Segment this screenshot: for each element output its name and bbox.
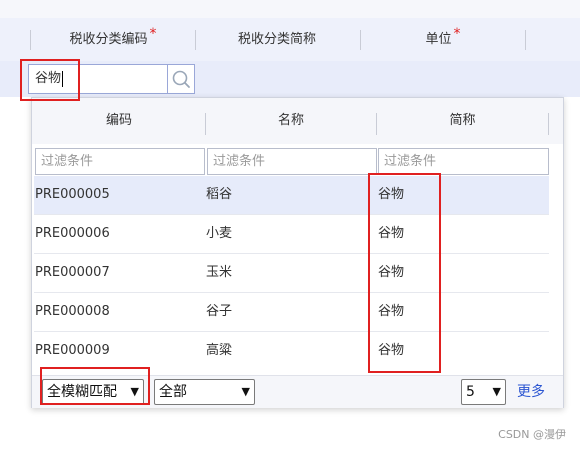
column-header-tax-short-name[interactable]: 税收分类简称 <box>196 18 360 61</box>
lookup-header-short[interactable]: 简称 <box>377 98 548 144</box>
page-size-value: 5 <box>466 384 475 400</box>
match-mode-select[interactable]: 全模糊匹配 ▼ <box>42 379 144 405</box>
cell-code: PRE000009 <box>35 343 110 358</box>
column-header-unit[interactable]: 单位 * <box>361 18 525 61</box>
table-row[interactable]: PRE000009 高粱 谷物 <box>34 332 549 370</box>
column-separator <box>548 113 549 135</box>
column-header-tax-code[interactable]: 税收分类编码 * <box>31 18 195 61</box>
match-mode-value: 全模糊匹配 <box>47 384 117 400</box>
page-size-select[interactable]: 5 ▼ <box>461 379 506 405</box>
lookup-header: 编码 名称 简称 过滤条件 过滤条件 过滤条件 <box>32 98 563 175</box>
cell-code: PRE000007 <box>35 265 110 280</box>
table-row[interactable]: PRE000008 谷子 谷物 <box>34 293 549 332</box>
cell-name: 高粱 <box>206 343 233 358</box>
cell-name: 稻谷 <box>206 187 233 202</box>
cell-code: PRE000008 <box>35 304 110 319</box>
column-label: 税收分类简称 <box>237 32 316 47</box>
cell-name: 玉米 <box>206 265 233 280</box>
more-link[interactable]: 更多 <box>517 376 545 408</box>
grid-header: 税收分类编码 * 税收分类简称 单位 * <box>0 18 580 62</box>
column-label: 税收分类编码 <box>69 32 148 47</box>
filter-input-short[interactable]: 过滤条件 <box>378 148 549 175</box>
cell-short: 谷物 <box>378 187 405 202</box>
table-row[interactable]: PRE000005 稻谷 谷物 <box>34 176 549 215</box>
chevron-down-icon: ▼ <box>130 385 139 398</box>
filter-input-code[interactable]: 过滤条件 <box>35 148 205 175</box>
lookup-footer: 全模糊匹配 ▼ 全部 ▼ 5 ▼ 更多 <box>32 375 563 408</box>
cell-short: 谷物 <box>378 343 405 358</box>
search-icon <box>172 70 190 88</box>
chevron-down-icon: ▼ <box>241 385 250 398</box>
scope-value: 全部 <box>159 384 187 400</box>
cell-code: PRE000005 <box>35 187 110 202</box>
cell-name: 谷子 <box>206 304 233 319</box>
tax-code-editor-input[interactable]: 谷物 <box>28 64 168 94</box>
lookup-popup: 编码 名称 简称 过滤条件 过滤条件 过滤条件 PRE000005 稻谷 谷物 … <box>31 97 564 408</box>
chevron-down-icon: ▼ <box>492 385 501 398</box>
table-row[interactable]: PRE000007 玉米 谷物 <box>34 254 549 293</box>
required-marker: * <box>453 26 461 42</box>
lookup-header-name[interactable]: 名称 <box>206 98 376 144</box>
column-separator <box>525 30 526 50</box>
table-row[interactable]: PRE000006 小麦 谷物 <box>34 215 549 254</box>
cell-short: 谷物 <box>378 226 405 241</box>
cell-short: 谷物 <box>378 265 405 280</box>
required-marker: * <box>149 26 157 42</box>
lookup-header-code[interactable]: 编码 <box>34 98 204 144</box>
text-caret <box>62 70 64 87</box>
column-label: 单位 <box>425 32 452 47</box>
cell-name: 小麦 <box>206 226 233 241</box>
cell-short: 谷物 <box>378 304 405 319</box>
lookup-search-button[interactable] <box>168 64 195 94</box>
watermark: CSDN @漫伊 <box>498 428 566 441</box>
scope-select[interactable]: 全部 ▼ <box>154 379 255 405</box>
cell-code: PRE000006 <box>35 226 110 241</box>
top-strip <box>0 0 580 18</box>
filter-input-name[interactable]: 过滤条件 <box>207 148 377 175</box>
editor-value: 谷物 <box>35 71 62 86</box>
